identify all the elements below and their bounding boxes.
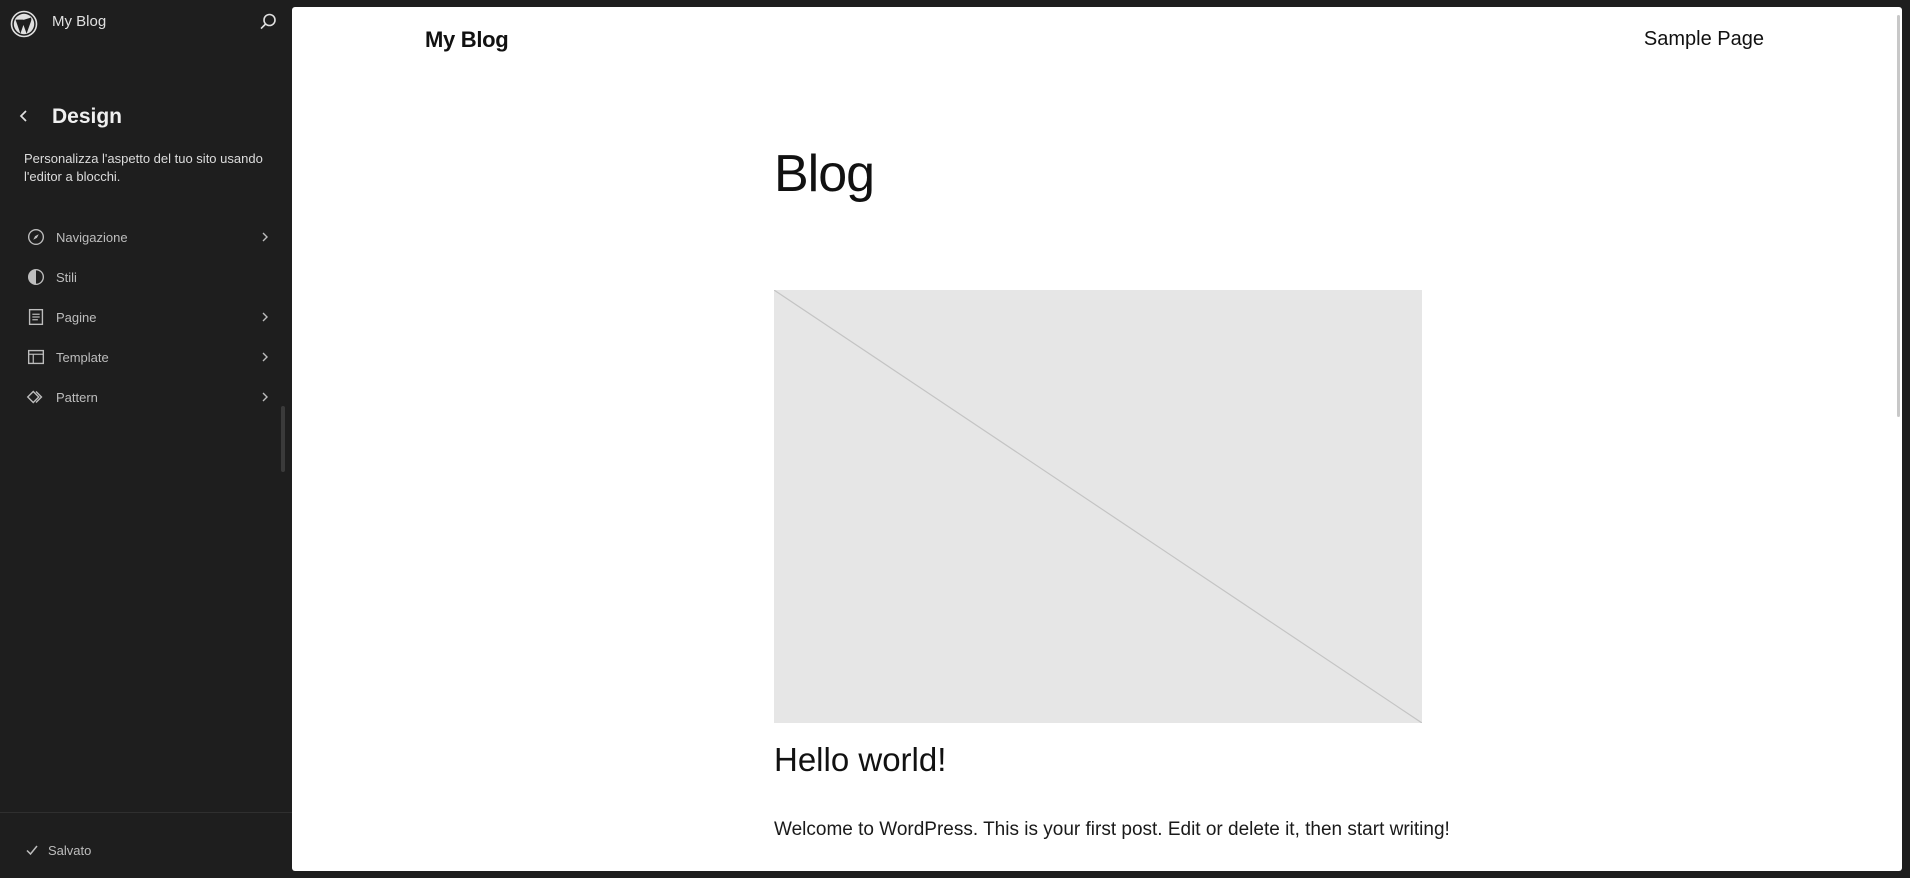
site-title[interactable]: My Blog [425, 27, 509, 53]
page-icon [24, 305, 48, 329]
sidebar-item-label: Template [56, 349, 109, 365]
sidebar-item-pagine[interactable]: Pagine [16, 297, 278, 337]
save-status-bar: Salvato [0, 812, 292, 878]
search-icon[interactable] [257, 11, 279, 33]
site-name[interactable]: My Blog [52, 13, 106, 30]
sidebar-item-pattern[interactable]: Pattern [16, 377, 278, 417]
sidebar: My Blog Design Personalizza l'aspetto de… [0, 0, 292, 877]
chevron-right-icon [258, 229, 272, 245]
save-status: Salvato [48, 843, 92, 858]
post-excerpt: Welcome to WordPress. This is your first… [774, 819, 1450, 840]
sidebar-scrollbar[interactable] [281, 406, 285, 472]
section-title: Design [52, 105, 123, 128]
nav-link-sample-page[interactable]: Sample Page [1644, 28, 1764, 51]
wordpress-logo-icon[interactable] [10, 10, 38, 38]
half-circle-icon [24, 265, 48, 289]
site-hub: My Blog [0, 0, 292, 44]
sidebar-item-label: Pagine [56, 309, 97, 325]
sidebar-item-label: Navigazione [56, 229, 128, 245]
section-description: Personalizza l'aspetto del tuo sito usan… [24, 151, 263, 184]
page-title: Blog [774, 145, 875, 203]
compass-icon [24, 225, 48, 249]
design-navigation-list: Navigazione Stili Pagine Template Patter… [16, 217, 278, 417]
sidebar-item-label: Pattern [56, 389, 98, 405]
checkmark-icon [24, 842, 40, 858]
post-title[interactable]: Hello world! [774, 741, 946, 779]
back-chevron-icon[interactable] [15, 105, 33, 127]
featured-image-placeholder[interactable] [774, 290, 1422, 723]
sidebar-item-label: Stili [56, 269, 77, 285]
chevron-right-icon [258, 349, 272, 365]
sidebar-item-template[interactable]: Template [16, 337, 278, 377]
canvas-scrollbar[interactable] [1897, 15, 1900, 417]
symbol-icon [24, 385, 48, 409]
sidebar-item-navigazione[interactable]: Navigazione [16, 217, 278, 257]
layout-icon [24, 345, 48, 369]
chevron-right-icon [258, 389, 272, 405]
sidebar-item-stili[interactable]: Stili [16, 257, 278, 297]
site-preview-canvas[interactable]: My Blog Sample Page Blog Hello world! We… [292, 7, 1902, 871]
chevron-right-icon [258, 309, 272, 325]
